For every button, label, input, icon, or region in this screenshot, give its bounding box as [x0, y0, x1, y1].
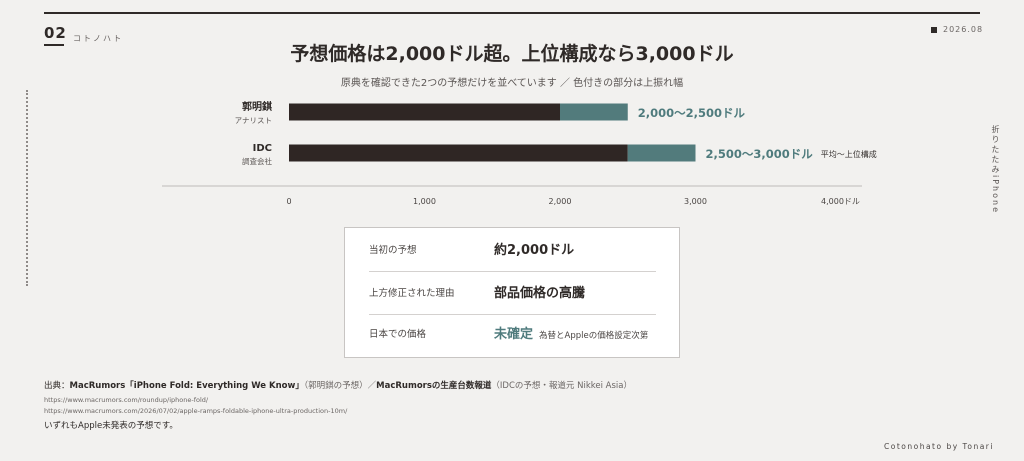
source-separator: ／: [367, 381, 377, 391]
summary-row-reason: 上方修正された理由 部品価格の高騰: [369, 273, 656, 315]
price-range-chart: 郭明錤アナリスト 2,000〜2,500ドル IDC 調査会社 2,500〜3,000ド…: [162, 100, 877, 206]
source-note-1: （郭明錤の予想）: [303, 381, 368, 391]
summary-key: 当初の予想: [369, 245, 417, 256]
x-tick-label: 0: [286, 197, 291, 206]
source-url-1[interactable]: https://www.macrumors.com/roundup/iphone…: [44, 396, 208, 404]
source-line: 出典：MacRumors「iPhone Fold: Everything We …: [44, 379, 632, 391]
bar-range: [627, 144, 696, 162]
source-link-1[interactable]: MacRumors「iPhone Fold: Everything We Kno…: [70, 381, 304, 391]
summary-note: 為替とAppleの価格設定次第: [539, 331, 649, 341]
data-label: 2,000〜2,500ドル: [638, 106, 746, 120]
x-tick-label: 2,000: [549, 197, 572, 206]
bar-base: [289, 144, 628, 162]
data-label-note: 平均〜上位構成: [821, 149, 877, 159]
summary-value: 部品価格の高騰: [494, 286, 586, 301]
summary-value-wrap: 未確定 為替とAppleの価格設定次第: [494, 314, 648, 357]
source-url-2[interactable]: https://www.macrumors.com/2026/07/02/app…: [44, 407, 347, 415]
summary-value: 約2,000ドル: [494, 243, 575, 258]
category-sublabel: 調査会社: [242, 156, 272, 166]
disclaimer-note: いずれもApple未発表の予想です。: [44, 421, 178, 431]
source-prefix: 出典：: [44, 381, 70, 391]
category-label: IDC: [253, 143, 272, 154]
bar-base: [289, 103, 560, 121]
bar-range: [560, 103, 628, 121]
summary-table: 当初の予想 約2,000ドル 上方修正された理由 部品価格の高騰 日本での価格 …: [344, 227, 680, 358]
summary-value: 未確定: [494, 327, 534, 342]
summary-row-japan-price: 日本での価格 未確定 為替とAppleの価格設定次第: [369, 314, 656, 356]
summary-key: 上方修正された理由: [369, 288, 455, 299]
x-tick-label: 1,000: [413, 197, 436, 206]
row-divider: [369, 271, 656, 272]
summary-key: 日本での価格: [369, 329, 427, 340]
category-sublabel: アナリスト: [235, 116, 272, 125]
data-label: 2,500〜3,000ドル: [706, 147, 814, 161]
source-link-2[interactable]: MacRumorsの生産台数報道: [376, 381, 491, 391]
source-note-2: （IDCの予想・報道元 Nikkei Asia）: [491, 381, 632, 391]
credit: Cotonohato by Tonari: [884, 442, 994, 451]
category-label: 郭明錤: [242, 100, 272, 113]
summary-row-initial: 当初の予想 約2,000ドル: [369, 230, 656, 272]
x-tick-label: 4,000ドル: [821, 197, 860, 206]
x-tick-label: 3,000: [684, 197, 707, 206]
